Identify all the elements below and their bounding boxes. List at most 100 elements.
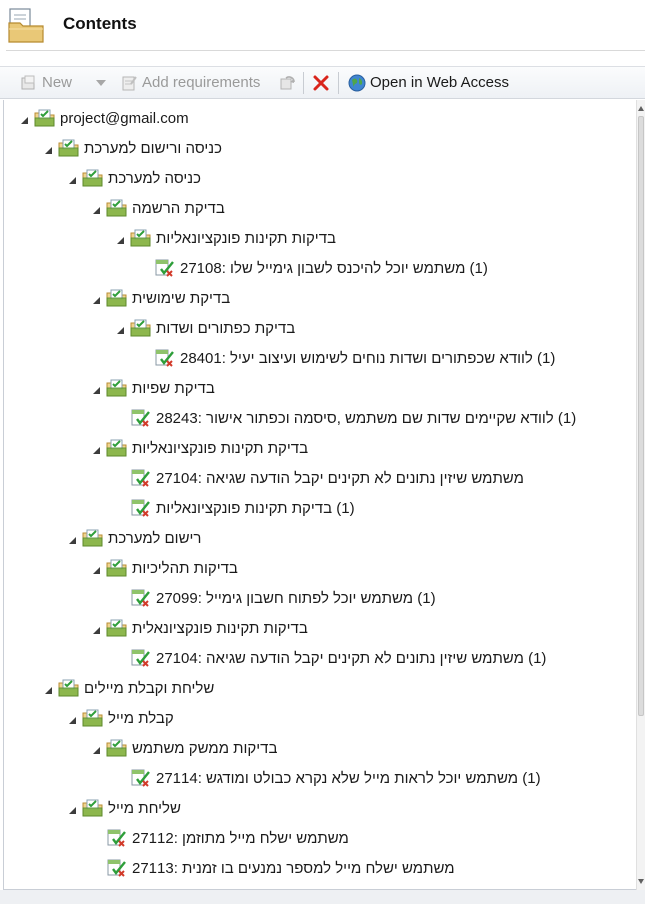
test-case-icon-wrap — [106, 828, 132, 848]
tree-test-case-node[interactable]: (1) משתמש שיזין נתונים לא תקינים יקבל הו… — [112, 643, 546, 673]
tree-test-case-node[interactable]: (1) משתמש יוכל להיכנס לשבון גימייל שלו :… — [136, 253, 488, 283]
new-button[interactable]: New — [20, 67, 72, 98]
expand-toggle-icon[interactable] — [64, 532, 76, 544]
tree-node-label: בדיקת שימושית — [132, 289, 231, 307]
tree-node-label: בדיקות תקינות פונקציונאליות — [156, 229, 336, 247]
tree-suite-node[interactable]: שליחת מייל — [64, 793, 181, 823]
test-case-icon-wrap — [130, 498, 156, 518]
tree-suite-node[interactable]: בדיקת כפתורים ושדות — [112, 313, 295, 343]
vertical-scrollbar[interactable] — [636, 100, 645, 890]
tree-test-case-node[interactable]: משתמש שיזין נתונים לא תקינים יקבל הודעה … — [112, 463, 524, 493]
test-case-icon — [155, 259, 174, 277]
add-requirements-button[interactable]: Add requirements — [120, 67, 260, 98]
tree-suite-node[interactable]: בדיקות תהליכיות — [88, 553, 238, 583]
tree-node-label: (1) משתמש יוכל לראות מייל שלא נקרא כבולט… — [156, 769, 541, 787]
tree-node-label: בדיקות ממשק משתמש — [132, 739, 278, 757]
tree-node-label: בדיקת הרשמה — [132, 199, 225, 217]
expand-toggle-icon[interactable] — [64, 802, 76, 814]
tree-suite-node[interactable]: בדיקת הרשמה — [88, 193, 225, 223]
expand-toggle-icon[interactable] — [88, 742, 100, 754]
tree-suite-node[interactable]: קבלת מייל — [64, 703, 174, 733]
suite-icon-wrap — [58, 678, 84, 698]
bottom-strip — [0, 890, 645, 904]
expand-toggle-icon[interactable] — [112, 232, 124, 244]
tree-suite-node[interactable]: project@gmail.com — [16, 103, 189, 133]
globe-icon — [348, 74, 366, 91]
tree-test-case-node[interactable]: (1) משתמש יוכל לראות מייל שלא נקרא כבולט… — [112, 763, 541, 793]
suite-icon-wrap — [106, 558, 132, 578]
expand-toggle-icon[interactable] — [88, 292, 100, 304]
new-dropdown-button[interactable] — [96, 67, 106, 98]
scroll-up-arrow-icon[interactable] — [638, 106, 644, 111]
tree-suite-node[interactable]: בדיקות תקינות פונקציונאליות — [112, 223, 336, 253]
test-case-icon — [107, 859, 126, 877]
tree-suite-node[interactable]: בדיקת שימושית — [88, 283, 230, 313]
suite-icon-wrap — [82, 798, 108, 818]
suite-folder-icon — [58, 139, 79, 157]
tree-test-case-node[interactable]: משתמש ישלח מייל מתוזמן :27112 — [88, 823, 349, 853]
add-requirements-icon — [122, 75, 137, 90]
suite-folder-icon — [82, 169, 103, 187]
expand-toggle-icon[interactable] — [40, 682, 52, 694]
tree-suite-node[interactable]: רישום למערכת — [64, 523, 201, 553]
tree-node-label: בדיקות תקינות פונקציונאלית — [132, 619, 308, 637]
expand-toggle-icon[interactable] — [88, 622, 100, 634]
tree-test-case-node[interactable]: (1) בדיקת תקינות פונקציונאליות — [112, 493, 355, 523]
refresh-button[interactable] — [278, 67, 300, 98]
tree-suite-node[interactable]: בדיקות תקינות פונקציונאלית — [88, 613, 308, 643]
tree-test-case-node[interactable]: משתמש ישלח מייל למספר נמנעים בו זמנית :2… — [88, 853, 455, 883]
tree-suite-node[interactable]: בדיקת תקינות פונקציונאליות — [88, 433, 308, 463]
add-requirements-label: Add requirements — [142, 74, 261, 91]
panel-header: Contents — [0, 0, 645, 50]
tree-test-case-node[interactable]: (1) לוודא שכפתורים ושדות נוחים לשימוש וע… — [136, 343, 555, 373]
expand-toggle-icon[interactable] — [64, 172, 76, 184]
expand-toggle-icon[interactable] — [88, 442, 100, 454]
tree-test-case-node[interactable]: (1) לוודא שקיימים שדות שם משתמש ,סיסמה ו… — [112, 403, 576, 433]
refresh-icon — [280, 75, 295, 89]
suite-icon-wrap — [106, 738, 132, 758]
suite-folder-icon — [106, 199, 127, 217]
expand-toggle-icon[interactable] — [88, 202, 100, 214]
test-case-icon — [155, 349, 174, 367]
tree-node-label: בדיקת שפיות — [132, 379, 215, 397]
tree-node-label: שליחת וקבלת מיילים — [84, 679, 215, 697]
suite-folder-icon — [58, 679, 79, 697]
scrollbar-thumb[interactable] — [638, 116, 644, 716]
header-divider — [6, 50, 645, 51]
tree-node-label: project@gmail.com — [60, 109, 189, 127]
new-button-label: New — [42, 74, 73, 91]
suite-icon-wrap — [58, 138, 84, 158]
tree-node-label: (1) משתמש יוכל לפתוח חשבון גימייל :27099 — [156, 589, 436, 607]
expand-toggle-icon[interactable] — [40, 142, 52, 154]
tree-suite-node[interactable]: שליחת וקבלת מיילים — [40, 673, 214, 703]
suite-icon-wrap — [106, 288, 132, 308]
suite-folder-icon — [34, 109, 55, 127]
expand-toggle-icon[interactable] — [88, 562, 100, 574]
tree-test-case-node[interactable]: (1) משתמש יוכל לפתוח חשבון גימייל :27099 — [112, 583, 436, 613]
tree-suite-node[interactable]: בדיקות ממשק משתמש — [88, 733, 277, 763]
tree-suite-node[interactable]: בדיקת שפיות — [88, 373, 215, 403]
expand-toggle-icon[interactable] — [64, 712, 76, 724]
suite-folder-icon — [106, 739, 127, 757]
test-case-icon-wrap — [130, 648, 156, 668]
tree-suite-node[interactable]: כניסה למערכת — [64, 163, 201, 193]
suite-icon-wrap — [130, 228, 156, 248]
expand-toggle-icon[interactable] — [112, 322, 124, 334]
tree-node-label: קבלת מייל — [108, 709, 174, 727]
tree-node-label: משתמש ישלח מייל למספר נמנעים בו זמנית :2… — [132, 859, 455, 877]
test-case-icon — [107, 829, 126, 847]
suite-icon-wrap — [82, 528, 108, 548]
test-case-icon-wrap — [154, 348, 180, 368]
expand-toggle-icon[interactable] — [16, 112, 28, 124]
delete-button[interactable] — [312, 67, 334, 98]
suite-folder-icon — [106, 379, 127, 397]
tree-suite-node[interactable]: כניסה ורישום למערכת — [40, 133, 222, 163]
open-in-web-access-button[interactable]: Open in Web Access — [348, 67, 509, 98]
scroll-down-arrow-icon[interactable] — [638, 879, 644, 884]
tree-node-label: משתמש ישלח מייל מתוזמן :27112 — [132, 829, 349, 847]
expand-toggle-icon[interactable] — [88, 382, 100, 394]
